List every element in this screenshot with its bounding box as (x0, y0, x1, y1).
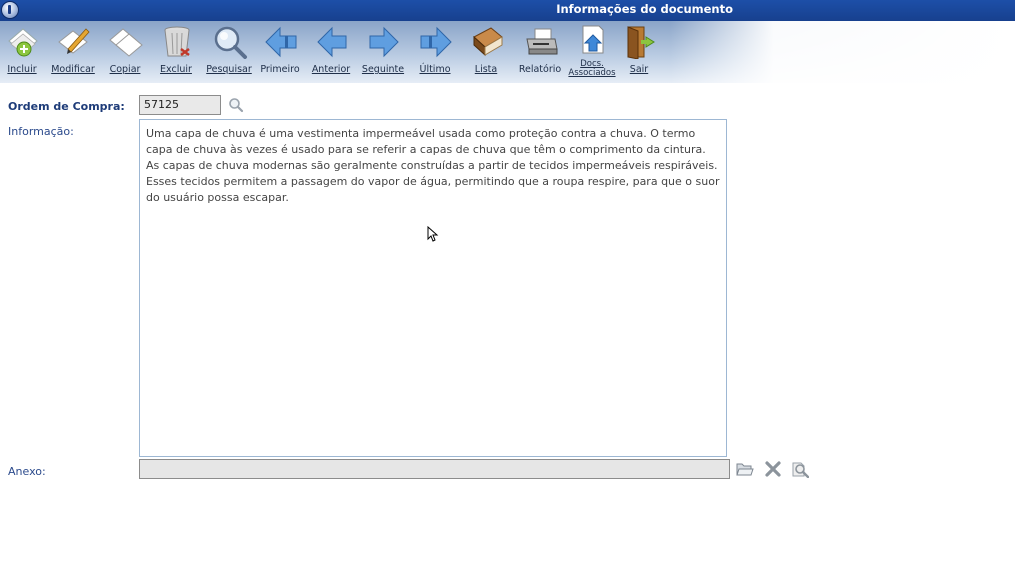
last-button[interactable]: Último (410, 23, 460, 81)
edit-document-icon (56, 25, 92, 59)
exit-door-icon (622, 25, 658, 59)
add-document-icon (5, 25, 41, 59)
toolbar: Incluir Modificar Copiar Excluir Pesquis… (0, 21, 1015, 83)
attachment-label: Anexo: (8, 465, 46, 478)
book-list-icon (469, 25, 505, 59)
window-title: Informações do documento (556, 2, 733, 16)
exit-button[interactable]: Sair (614, 23, 664, 81)
add-button[interactable]: Incluir (0, 23, 47, 81)
mouse-cursor-icon (427, 225, 439, 242)
previous-button[interactable]: Anterior (306, 23, 356, 81)
order-label: Ordem de Compra: (8, 100, 125, 113)
search-icon[interactable] (228, 97, 244, 113)
info-label: Informação: (8, 125, 74, 138)
folder-open-icon[interactable] (736, 460, 754, 478)
last-arrow-icon (418, 25, 454, 59)
report-button[interactable]: Relatório (515, 23, 565, 81)
delete-button[interactable]: Excluir (151, 23, 201, 81)
order-number-input[interactable]: 57125 (139, 95, 221, 115)
first-button[interactable]: Primeiro (255, 23, 305, 81)
next-arrow-icon (366, 25, 402, 59)
app-logo-icon (1, 1, 19, 19)
next-button[interactable]: Seguinte (358, 23, 408, 81)
associated-docs-icon (575, 25, 611, 59)
previous-arrow-icon (314, 25, 350, 59)
toolbar-label: Sair (629, 64, 649, 75)
copy-button[interactable]: Copiar (100, 23, 150, 81)
information-textarea[interactable]: Uma capa de chuva é uma vestimenta imper… (139, 119, 727, 457)
first-arrow-icon (263, 25, 299, 59)
copy-document-icon (108, 25, 144, 59)
toolbar-fade (670, 21, 1015, 83)
magnifier-icon (212, 25, 248, 59)
title-bar: Informações do documento (0, 0, 1015, 21)
printer-icon (523, 25, 559, 59)
trash-icon (159, 25, 195, 59)
modify-button[interactable]: Modificar (48, 23, 98, 81)
view-attachment-icon[interactable] (791, 460, 809, 478)
toolbar-label: Lista (474, 64, 498, 75)
delete-attachment-icon[interactable] (764, 460, 782, 478)
list-button[interactable]: Lista (461, 23, 511, 81)
search-button[interactable]: Pesquisar (204, 23, 254, 81)
attachment-input[interactable] (139, 459, 730, 479)
